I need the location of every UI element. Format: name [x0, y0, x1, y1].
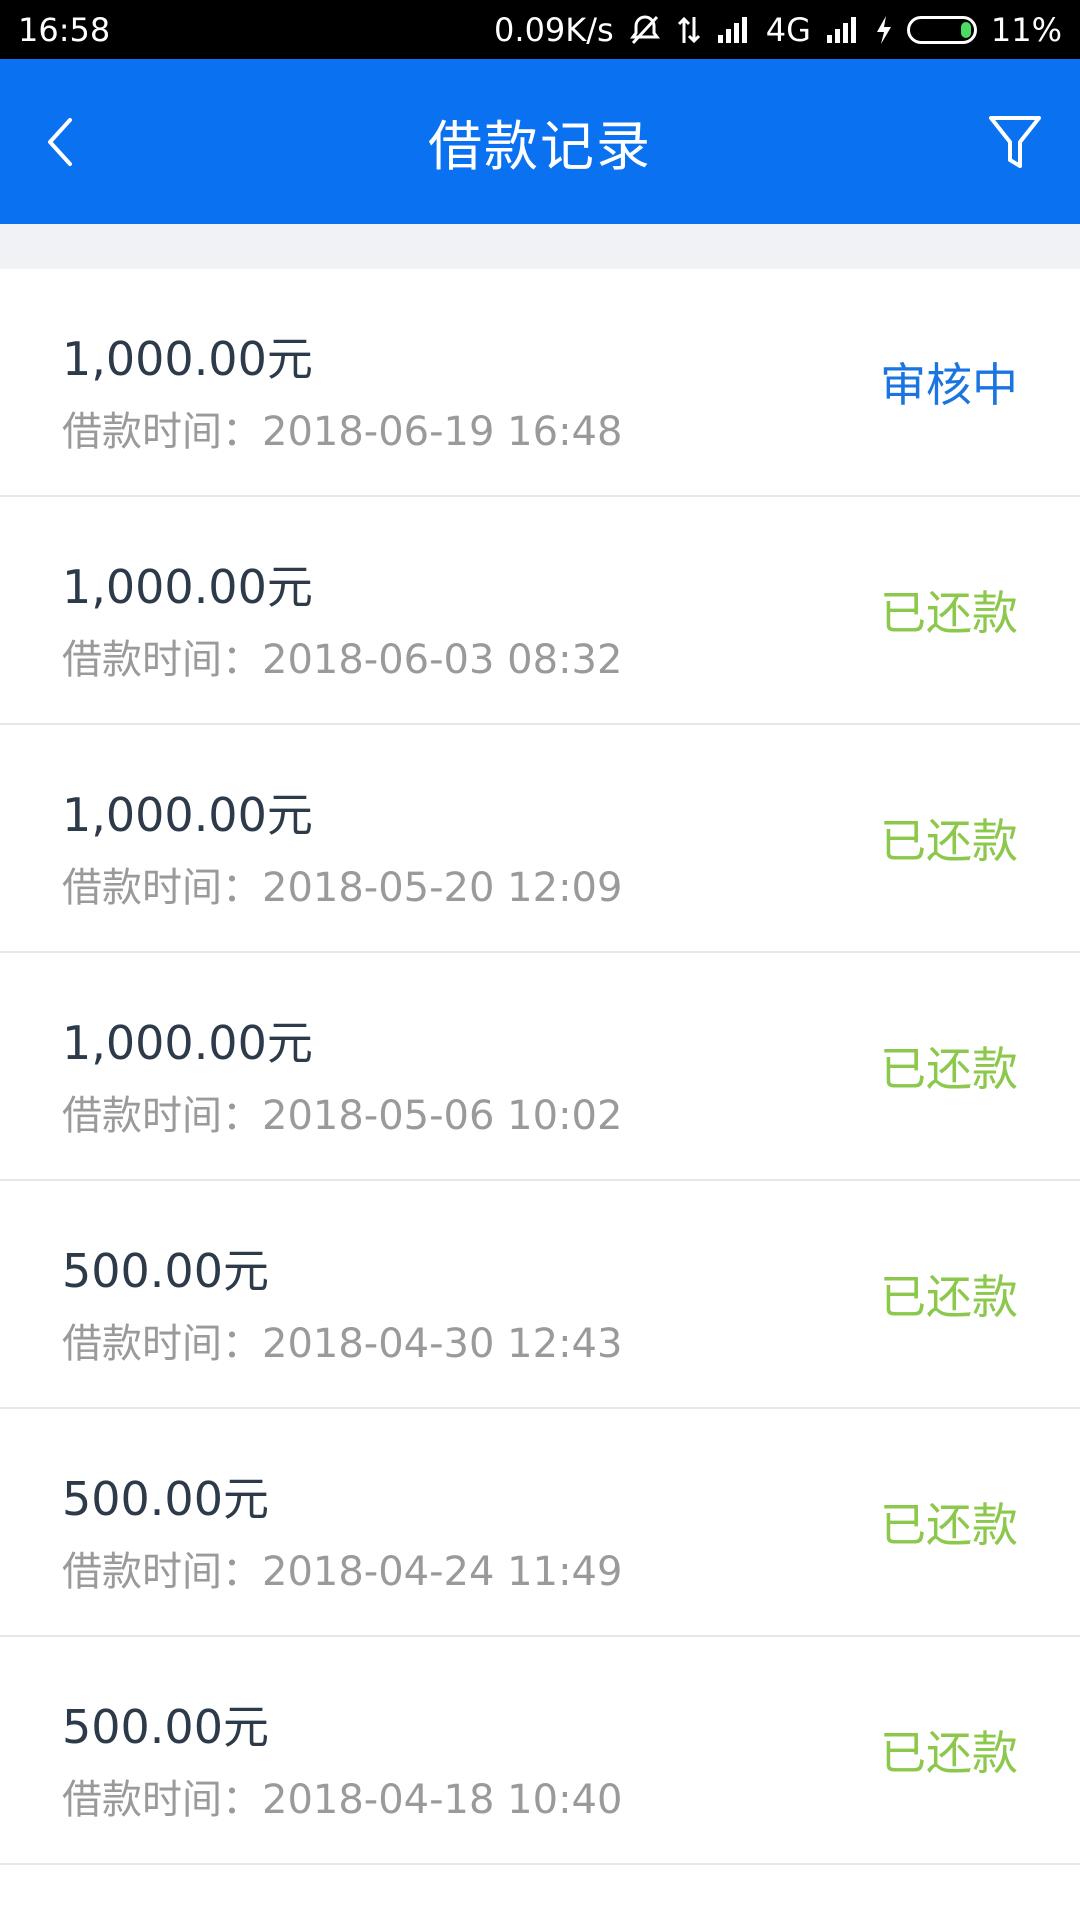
mute-icon — [628, 13, 662, 47]
clock: 16:58 — [18, 10, 111, 49]
loan-record-row[interactable]: 1,000.00元借款时间：2018-06-19 16:48 审核中 — [0, 269, 1080, 497]
loan-amount: 500.00元 — [62, 1244, 269, 1298]
loan-time: 借款时间：2018-04-18 10:40 — [62, 1777, 623, 1823]
section-spacer — [0, 224, 1080, 269]
loan-amount: 1,000.00元 — [62, 560, 313, 614]
loan-time: 借款时间：2018-06-19 16:48 — [62, 409, 623, 455]
status-bar: 16:58 0.09K/s 4G 11% — [0, 0, 1080, 59]
network-type: 4G — [765, 10, 811, 49]
page-title: 借款记录 — [428, 115, 652, 178]
loan-record-row[interactable]: 500.00元借款时间：2018-04-24 11:49 已还款 — [0, 1409, 1080, 1637]
data-transfer-icon — [676, 13, 702, 47]
loan-amount: 1,000.00元 — [62, 332, 313, 386]
loan-time: 借款时间：2018-06-03 08:32 — [62, 637, 623, 683]
loan-record-list: 1,000.00元 借款时间：2018-06-19 16:48 审核中 1,000.0… — [0, 269, 1080, 1865]
loan-record-row[interactable]: 1,000.00元借款时间：2018-05-06 10:02 已还款 — [0, 953, 1080, 1181]
loan-record-row[interactable]: 500.00元借款时间：2018-04-30 12:43 已还款 — [0, 1181, 1080, 1409]
loan-status: 已还款 — [880, 1042, 1018, 1096]
loan-amount: 500.00元 — [62, 1472, 269, 1526]
loan-amount: 1,000.00元 — [62, 788, 313, 842]
loan-status: 审核中 — [880, 358, 1018, 412]
loan-amount: 500.00元 — [62, 1700, 269, 1754]
loan-status: 已还款 — [880, 814, 1018, 868]
loan-time: 借款时间：2018-04-24 11:49 — [62, 1549, 623, 1595]
loan-record-row[interactable]: 500.00元借款时间：2018-04-18 10:40 已还款 — [0, 1637, 1080, 1865]
loan-amount: 1,000.00元 — [62, 1016, 313, 1070]
status-indicators: 0.09K/s 4G 11% — [494, 11, 1062, 49]
loan-time: 借款时间：2018-04-30 12:43 — [62, 1321, 623, 1367]
loan-time: 借款时间：2018-05-20 12:09 — [62, 865, 623, 911]
charging-icon — [875, 15, 893, 45]
chevron-left-icon — [48, 117, 72, 166]
loan-record-row[interactable]: 1,000.00元借款时间：2018-05-20 12:09 已还款 — [0, 725, 1080, 953]
app-bar: 借款记录 — [0, 59, 1080, 224]
loan-status: 已还款 — [880, 586, 1018, 640]
loan-record-row[interactable]: 1,000.00元借款时间：2018-06-03 08:32 已还款 — [0, 497, 1080, 725]
loan-time: 借款时间：2018-05-06 10:02 — [62, 1093, 623, 1139]
filter-button[interactable] — [980, 102, 1050, 182]
filter-icon — [989, 115, 1041, 168]
loan-status: 已还款 — [880, 1270, 1018, 1324]
signal-icon — [716, 15, 752, 45]
back-button[interactable] — [30, 102, 90, 182]
network-speed: 0.09K/s — [494, 10, 614, 49]
battery-icon — [906, 15, 977, 44]
loan-status: 已还款 — [880, 1726, 1018, 1780]
signal-icon-2 — [825, 15, 861, 45]
battery-percent: 11% — [990, 10, 1062, 49]
loan-status: 已还款 — [880, 1498, 1018, 1552]
